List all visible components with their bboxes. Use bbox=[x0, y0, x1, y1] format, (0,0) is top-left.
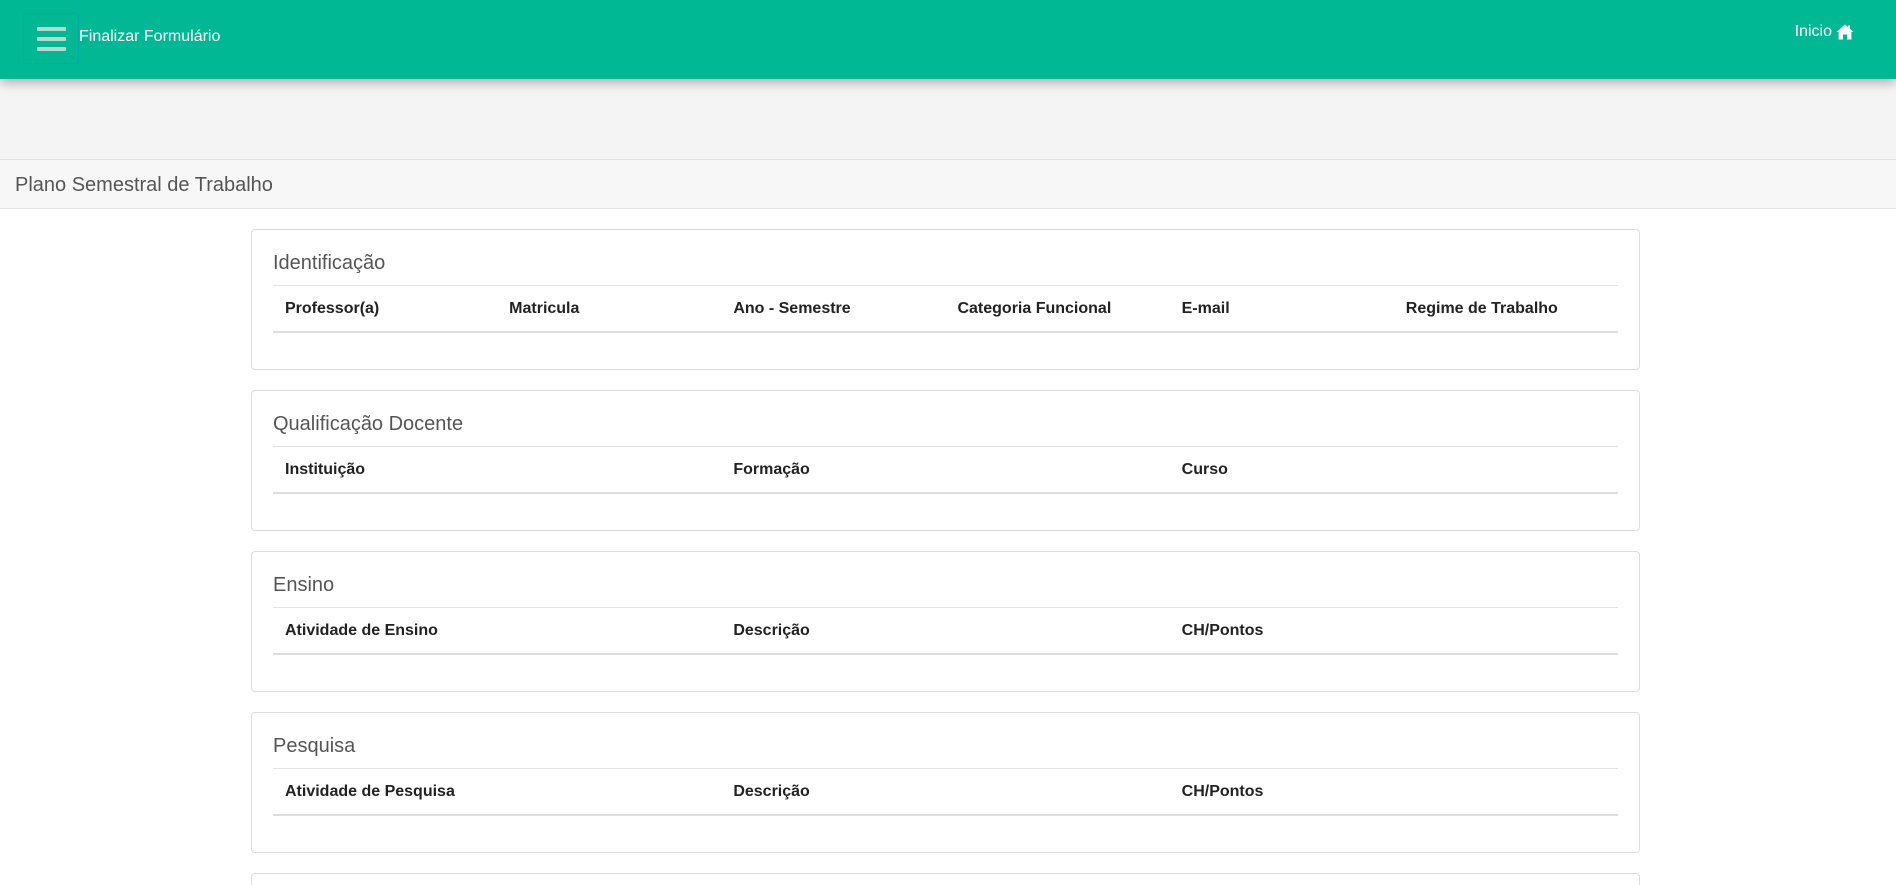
home-icon bbox=[1836, 24, 1854, 40]
column-header-formacao: Formação bbox=[721, 446, 1170, 494]
table-header-row: Professor(a) Matricula Ano - Semestre Ca… bbox=[273, 285, 1618, 333]
table-header-row: Atividade de Ensino Descrição CH/Pontos bbox=[273, 607, 1618, 655]
hamburger-menu-icon bbox=[36, 26, 66, 31]
hamburger-menu-icon-bar bbox=[36, 36, 66, 41]
panel-title: Identificação bbox=[273, 252, 386, 274]
page-title: Plano Semestral de Trabalho bbox=[15, 174, 273, 196]
menu-toggle-button[interactable] bbox=[23, 13, 79, 64]
panel-pesquisa: Pesquisa Atividade de Pesquisa Descrição… bbox=[251, 712, 1640, 853]
column-header-atividade-ensino: Atividade de Ensino bbox=[273, 607, 722, 655]
panel-title: Ensino bbox=[273, 574, 335, 596]
next-panel-partial bbox=[251, 873, 1640, 885]
page-header: Plano Semestral de Trabalho bbox=[0, 159, 1896, 209]
home-link[interactable]: Inicio bbox=[1795, 23, 1854, 41]
identificacao-table: Professor(a) Matricula Ano - Semestre Ca… bbox=[273, 285, 1618, 333]
column-header-matricula: Matricula bbox=[497, 285, 722, 333]
pesquisa-table: Atividade de Pesquisa Descrição CH/Ponto… bbox=[273, 768, 1618, 816]
panel-identificacao: Identificação Professor(a) Matricula Ano… bbox=[251, 229, 1640, 370]
panel-qualificacao-docente: Qualificação Docente Instituição Formaçã… bbox=[251, 390, 1640, 531]
main-content: Identificação Professor(a) Matricula Ano… bbox=[251, 229, 1640, 885]
column-header-ch-pontos: CH/Pontos bbox=[1169, 607, 1618, 655]
column-header-professor: Professor(a) bbox=[273, 285, 498, 333]
panel-title: Pesquisa bbox=[273, 735, 356, 757]
column-header-regime-trabalho: Regime de Trabalho bbox=[1393, 285, 1618, 333]
header-spacer bbox=[0, 79, 1896, 159]
top-navbar: Finalizar Formulário Inicio bbox=[0, 0, 1896, 79]
hamburger-menu-icon-bar bbox=[36, 46, 66, 51]
column-header-descricao: Descrição bbox=[721, 607, 1170, 655]
column-header-instituicao: Instituição bbox=[273, 446, 722, 494]
column-header-ano-semestre: Ano - Semestre bbox=[721, 285, 946, 333]
column-header-ch-pontos: CH/Pontos bbox=[1169, 768, 1618, 816]
ensino-table: Atividade de Ensino Descrição CH/Pontos bbox=[273, 607, 1618, 655]
panel-ensino: Ensino Atividade de Ensino Descrição CH/… bbox=[251, 551, 1640, 692]
column-header-curso: Curso bbox=[1169, 446, 1618, 494]
home-link-label: Inicio bbox=[1794, 23, 1832, 40]
column-header-categoria-funcional: Categoria Funcional bbox=[945, 285, 1170, 333]
table-header-row: Instituição Formação Curso bbox=[273, 446, 1618, 494]
qualificacao-table: Instituição Formação Curso bbox=[273, 446, 1618, 494]
column-header-email: E-mail bbox=[1169, 285, 1394, 333]
column-header-atividade-pesquisa: Atividade de Pesquisa bbox=[273, 768, 722, 816]
panel-title: Qualificação Docente bbox=[273, 413, 464, 435]
column-header-descricao: Descrição bbox=[721, 768, 1170, 816]
finalizar-formulario-link[interactable]: Finalizar Formulário bbox=[79, 28, 220, 46]
table-header-row: Atividade de Pesquisa Descrição CH/Ponto… bbox=[273, 768, 1618, 816]
